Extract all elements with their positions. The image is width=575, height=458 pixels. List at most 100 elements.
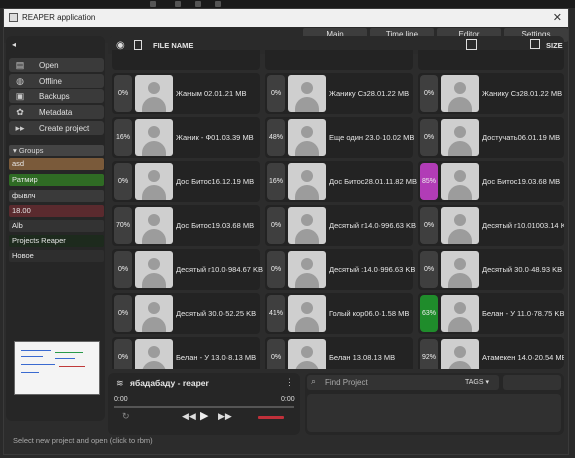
os-taskbar xyxy=(0,0,575,8)
group-item[interactable]: Alb xyxy=(9,220,104,232)
sidebar-item-offline[interactable]: ◍ Offline xyxy=(9,74,104,88)
project-name-size: Десятый г14.0·996.63 KB xyxy=(329,221,417,230)
project-card[interactable]: 0% Достучать06.01.19 MB xyxy=(418,117,564,158)
window-title: REAPER application xyxy=(22,13,96,22)
more-options-icon[interactable]: ⋮ xyxy=(285,377,294,388)
avatar-placeholder-icon xyxy=(135,119,173,156)
project-card[interactable]: 0% Десятый г14.0·996.63 KB xyxy=(265,205,416,246)
avatar-placeholder-icon xyxy=(135,75,173,112)
project-card[interactable]: 0% Десятый 30.0·48.93 KB xyxy=(418,249,564,290)
progress-badge: 41% xyxy=(267,295,285,332)
status-bar-text: Select new project and open (click to rb… xyxy=(13,436,153,445)
project-card[interactable]: 48% Еще один 23.0·10.02 MB xyxy=(265,117,414,158)
taskbar-icon[interactable] xyxy=(215,1,221,7)
project-card[interactable]: 92% Атамекен 14.0·20.54 MB xyxy=(418,337,564,369)
size-header[interactable]: SIZE xyxy=(546,41,563,50)
project-name-size: Дос Битос28.01.11.82 MB xyxy=(329,177,417,186)
project-name-size: Белан - У 11.0·78.75 KB xyxy=(482,309,564,318)
group-item[interactable]: 18.00 xyxy=(9,205,104,217)
sidebar-item-label: Open xyxy=(39,61,59,70)
close-icon[interactable]: ✕ xyxy=(553,11,562,24)
progress-badge: 0% xyxy=(267,339,285,369)
file-icon xyxy=(134,40,142,50)
waveform-icon: ≋ xyxy=(116,378,124,388)
next-button[interactable]: ▶▶ xyxy=(218,411,232,422)
project-card-partial[interactable] xyxy=(112,50,260,70)
palette-icon: ✿ xyxy=(16,107,24,117)
project-card[interactable]: 41% Голый кор06.0·1.58 MB xyxy=(265,293,413,334)
project-card[interactable]: 0% Дос Битос16.12.19 MB xyxy=(112,161,260,202)
avatar-placeholder-icon xyxy=(135,251,173,288)
calendar-icon[interactable] xyxy=(466,39,477,50)
title-bar: REAPER application ✕ xyxy=(4,9,568,27)
groups-header[interactable]: ▾ Groups xyxy=(9,145,104,156)
file-name-header[interactable]: FILE NAME xyxy=(153,41,193,50)
save-icon[interactable] xyxy=(530,39,540,49)
playback-progress[interactable] xyxy=(114,406,294,408)
project-name-size: Белан 13.08.13 MB xyxy=(329,353,396,362)
project-card-partial[interactable] xyxy=(265,50,413,70)
volume-slider[interactable] xyxy=(258,416,284,419)
taskbar-icon[interactable] xyxy=(150,1,156,7)
sidebar-item-metadata[interactable]: ✿ Metadata xyxy=(9,105,104,119)
app-icon xyxy=(9,13,18,22)
collapse-icon[interactable]: ◂ xyxy=(12,40,16,49)
project-card-partial[interactable] xyxy=(418,50,564,70)
project-name-size: Белан - У 13.0·8.13 MB xyxy=(176,353,257,362)
project-card[interactable]: 0% Белан 13.08.13 MB xyxy=(265,337,413,369)
group-item[interactable]: Projects Reaper xyxy=(9,235,104,247)
avatar-placeholder-icon xyxy=(288,119,326,156)
group-item[interactable]: Новое xyxy=(9,250,104,262)
previous-button[interactable]: ◀◀ xyxy=(182,411,196,422)
progress-badge: 0% xyxy=(267,75,285,112)
project-card[interactable]: 0% Жанику Сз28.01.22 MB xyxy=(265,73,413,114)
sidebar-item-open[interactable]: ▤ Open xyxy=(9,58,104,72)
repeat-icon[interactable]: ↻ xyxy=(122,411,130,422)
project-card[interactable]: 16% Жаник - Ф01.03.39 MB xyxy=(112,117,260,158)
taskbar-icon[interactable] xyxy=(195,1,201,7)
project-card[interactable]: 0% Десятый :14.0·996.63 KB xyxy=(265,249,415,290)
sidebar-item-create-project[interactable]: ▸▸ Create project xyxy=(9,121,104,135)
progress-badge: 16% xyxy=(267,163,285,200)
project-name-size: Десятый 30.0·52.25 KB xyxy=(176,309,257,318)
group-item[interactable]: Ратмир xyxy=(9,174,104,186)
play-button[interactable]: ▶ xyxy=(200,409,208,422)
project-grid: ◉ FILE NAME SIZE 0% Жаным 02.01.21 MB 0% Жа… xyxy=(108,36,564,369)
project-card[interactable]: 70% Дос Битос19.03.68 MB xyxy=(112,205,260,246)
progress-badge: 0% xyxy=(114,75,132,112)
group-item[interactable]: фывлч xyxy=(9,190,104,202)
project-card[interactable]: 0% Десятый г10.0·984.67 KB xyxy=(112,249,263,290)
project-card[interactable]: 63% Белан - У 11.0·78.75 KB xyxy=(418,293,564,334)
avatar-placeholder-icon xyxy=(288,163,326,200)
tags-dropdown[interactable]: TAGS ▾ xyxy=(465,378,489,386)
sidebar-item-backups[interactable]: ▣ Backups xyxy=(9,89,104,103)
end-time: 0:00 xyxy=(281,396,295,403)
project-card[interactable]: 0% Десятый 30.0·52.25 KB xyxy=(112,293,260,334)
progress-badge: 48% xyxy=(267,119,285,156)
avatar-placeholder-icon xyxy=(288,339,326,369)
player-track-title: ябадабаду - reaper xyxy=(130,378,209,388)
avatar-placeholder-icon xyxy=(135,207,173,244)
avatar-placeholder-icon xyxy=(441,251,479,288)
project-name-size: Жаник - Ф01.03.39 MB xyxy=(176,133,254,142)
project-card[interactable]: 0% Белан - У 13.0·8.13 MB xyxy=(112,337,260,369)
progress-badge: 0% xyxy=(114,163,132,200)
project-name-size: Десятый 30.0·48.93 KB xyxy=(482,265,563,274)
project-name-size: Еще один 23.0·10.02 MB xyxy=(329,133,415,142)
project-card[interactable]: 0% Жаным 02.01.21 MB xyxy=(112,73,260,114)
progress-badge: 85% xyxy=(420,163,438,200)
progress-badge: 0% xyxy=(420,251,438,288)
project-card[interactable]: 16% Дос Битос28.01.11.82 MB xyxy=(265,161,417,202)
search-input[interactable] xyxy=(325,377,455,388)
group-item[interactable]: asd xyxy=(9,158,104,170)
project-card[interactable]: 85% Дос Битос19.03.68 MB xyxy=(418,161,564,202)
project-card[interactable]: 0% Десятый г10.01003.14 KB xyxy=(418,205,564,246)
project-card[interactable]: 0% Жанику Сз28.01.22 MB xyxy=(418,73,564,114)
avatar-placeholder-icon xyxy=(135,163,173,200)
avatar-placeholder-icon xyxy=(288,251,326,288)
project-name-size: Дос Битос16.12.19 MB xyxy=(176,177,255,186)
avatar-placeholder-icon xyxy=(288,207,326,244)
avatar-placeholder-icon xyxy=(441,207,479,244)
taskbar-icon[interactable] xyxy=(175,1,181,7)
avatar-placeholder-icon xyxy=(441,339,479,369)
